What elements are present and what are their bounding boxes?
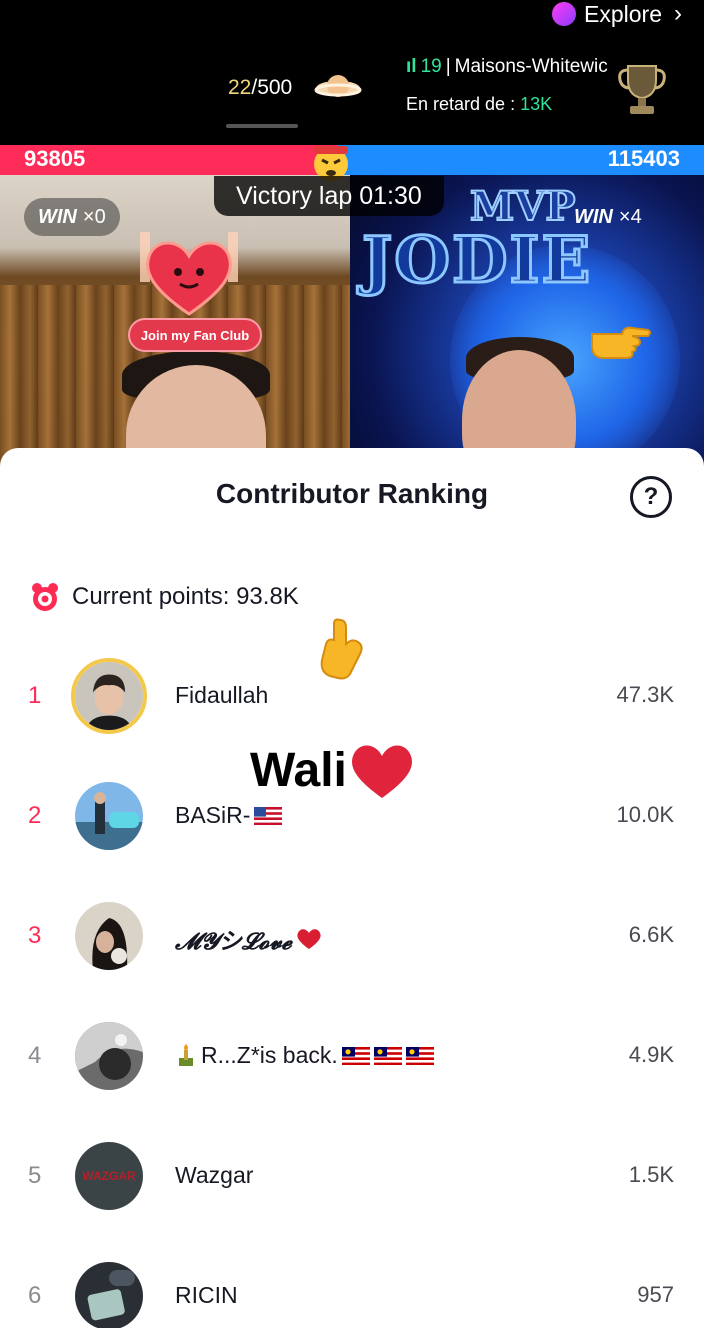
avatar[interactable] <box>71 658 147 734</box>
malaysia-flag-icon <box>373 1046 402 1065</box>
contributor-score: 957 <box>637 1282 674 1307</box>
top-bar: Explore › 22/500 ıl 19 | Maisons-Whitewi… <box>0 0 704 145</box>
rank-number: 5 <box>28 1162 42 1189</box>
avatar[interactable] <box>75 1022 143 1090</box>
list-item[interactable]: 1 Fidaullah 47.3K <box>0 658 704 742</box>
late-value: 13K <box>520 94 553 114</box>
contributor-score: 6.6K <box>628 922 674 947</box>
avatar-text: WAZGAR <box>82 1169 136 1183</box>
late-status: En retard de : 13K <box>406 94 552 115</box>
contributor-name-text: R...Z*is back. <box>201 1042 338 1068</box>
contributor-score: 10.0K <box>616 802 675 827</box>
list-item[interactable]: 3 𝓜𝓨シ𝓛𝓸𝓿𝓮 6.6K <box>0 902 704 982</box>
contributor-name: Fidaullah <box>175 682 269 708</box>
current-points-label: Current points: 93.8K <box>72 583 299 610</box>
heart-icon <box>297 929 321 949</box>
list-item[interactable]: 6 RICIN 957 <box>0 1262 704 1328</box>
trophy-icon[interactable] <box>614 60 670 118</box>
help-icon[interactable]: ? <box>630 476 672 518</box>
explore-button[interactable]: Explore › <box>552 0 682 28</box>
pointing-hand-icon <box>591 326 651 359</box>
rank-number: 3 <box>28 922 42 949</box>
heart-icon <box>351 745 412 798</box>
rank-number: 1 <box>28 682 42 709</box>
us-flag-icon <box>254 806 283 825</box>
chevron-right-icon: › <box>674 0 682 27</box>
list-item[interactable]: 5 WAZGAR Wazgar 1.5K <box>0 1142 704 1222</box>
avatar[interactable] <box>75 902 143 970</box>
heart-mascot-icon <box>140 232 238 316</box>
gift-goal-progress[interactable]: 22/500 <box>228 76 292 100</box>
explore-dot-icon <box>552 2 577 26</box>
victory-lap-timer: Victory lap 01:30 <box>214 176 444 216</box>
malaysia-flag-icon <box>341 1046 370 1065</box>
contributor-score: 47.3K <box>616 682 675 707</box>
rank-separator: | <box>445 56 451 77</box>
jodie-text: JODIE <box>360 222 593 300</box>
list-item[interactable]: 4 R...Z*is back. 4.9K <box>0 1022 704 1102</box>
rank-number: 4 <box>28 1042 42 1069</box>
alarm-clock-icon <box>32 583 58 611</box>
rank-number: 19 <box>420 56 442 77</box>
current-points: Current points: 93.8K <box>30 582 299 612</box>
contributor-name: 𝓜𝓨シ𝓛𝓸𝓿𝓮 <box>175 922 322 956</box>
contributor-name: RICIN <box>175 1282 238 1308</box>
rank-number: 2 <box>28 802 42 829</box>
win-streak-left: WIN ×0 <box>24 198 120 236</box>
contributor-name: R...Z*is back. <box>175 1042 434 1069</box>
sheet-title: Contributor Ranking <box>215 478 489 509</box>
win-streak-right: WIN ×4 <box>560 198 656 236</box>
contributor-score: 1.5K <box>628 1162 674 1187</box>
overlay-caption-text: Wali <box>250 743 347 797</box>
win-left-count: ×0 <box>82 205 106 228</box>
overlay-caption: Wali <box>250 740 415 800</box>
planet-icon <box>314 75 362 97</box>
tab-indicator <box>226 124 298 128</box>
avatar[interactable]: WAZGAR <box>75 1142 143 1210</box>
win-right-label: WIN <box>574 205 613 228</box>
join-fan-club-button[interactable]: Join my Fan Club <box>128 318 262 352</box>
contributor-name: BASiR- <box>175 802 283 829</box>
ranking-link[interactable]: ıl 19 | Maisons-Whitewic <box>406 56 608 78</box>
malaysia-flag-icon <box>405 1046 434 1065</box>
avatar[interactable] <box>75 782 143 850</box>
contributor-score: 4.9K <box>628 1042 674 1067</box>
score-right: 115403 <box>607 146 680 171</box>
candle-icon <box>179 1043 193 1066</box>
score-left: 93805 <box>24 146 86 171</box>
win-right-count: ×4 <box>618 205 642 228</box>
rank-name: Maisons-Whitewic <box>454 56 608 77</box>
signal-bars-icon: ıl <box>406 56 417 77</box>
win-left-label: WIN <box>38 205 77 228</box>
explore-label: Explore <box>584 0 662 27</box>
goal-current: 22 <box>228 76 252 99</box>
late-label: En retard de : <box>406 94 521 114</box>
goal-total: /500 <box>251 76 293 99</box>
rank-number: 6 <box>28 1282 42 1309</box>
contributor-name: Wazgar <box>175 1162 254 1188</box>
contributor-name-text: BASiR- <box>175 802 251 828</box>
avatar[interactable] <box>75 1262 143 1328</box>
contributor-name-text: 𝓜𝓨シ𝓛𝓸𝓿𝓮 <box>175 928 292 955</box>
